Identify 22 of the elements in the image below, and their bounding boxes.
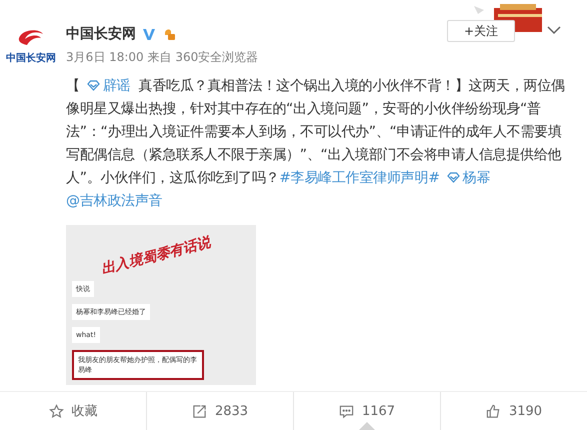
action-button[interactable]: 收藏 (0, 392, 146, 430)
topic-link[interactable]: #李易峰工作室律师声明# (279, 170, 440, 186)
action-button[interactable]: 1167 (294, 392, 440, 430)
post-text: 【 辟谣 真香吃瓜？真相普法！这个锅出入境的小伙伴不背！】这两天，两位偶像明星又爆出热搜，针对其中存在的“出入境问题”，安哥的小伙伴纷纷现身“普法”：“办理出入境证件需要本人到场，不可以代办”、“申请证件的成年人不需要填写配偶信息（紧急联系人不限于亲属）”、“出入境部门不会将申请人信息提供给他人”。小伙伴们，这瓜你吃到了吗？#李易峰工作室律师声明# 杨幂 @吉林政法声音 (66, 77, 566, 211)
action-button[interactable]: 3190 (441, 392, 587, 430)
star-icon (48, 404, 64, 418)
post-meta: 3月6日 18:00 来自 360安全浏览器 (66, 49, 260, 66)
tag-link[interactable]: 辟谣 (102, 78, 130, 94)
follow-button[interactable]: +关注 (447, 20, 515, 42)
share-icon (192, 404, 207, 418)
badge-icon (162, 27, 176, 41)
account-name[interactable]: 中国长安网 (66, 25, 136, 43)
logo-text: 中国长安网 (6, 51, 56, 65)
chevron-down-icon[interactable] (547, 26, 561, 35)
tag-link[interactable]: 杨幂 (462, 170, 490, 186)
mention-link[interactable]: @吉林政法声音 (66, 193, 162, 209)
thumbs-up-icon (486, 404, 501, 418)
diamond-icon (86, 80, 100, 91)
diamond-icon (446, 172, 460, 183)
action-button[interactable]: 2833 (147, 392, 293, 430)
chat-title: 出入境蜀黍有话说 (99, 234, 213, 278)
comment-icon (338, 404, 354, 418)
